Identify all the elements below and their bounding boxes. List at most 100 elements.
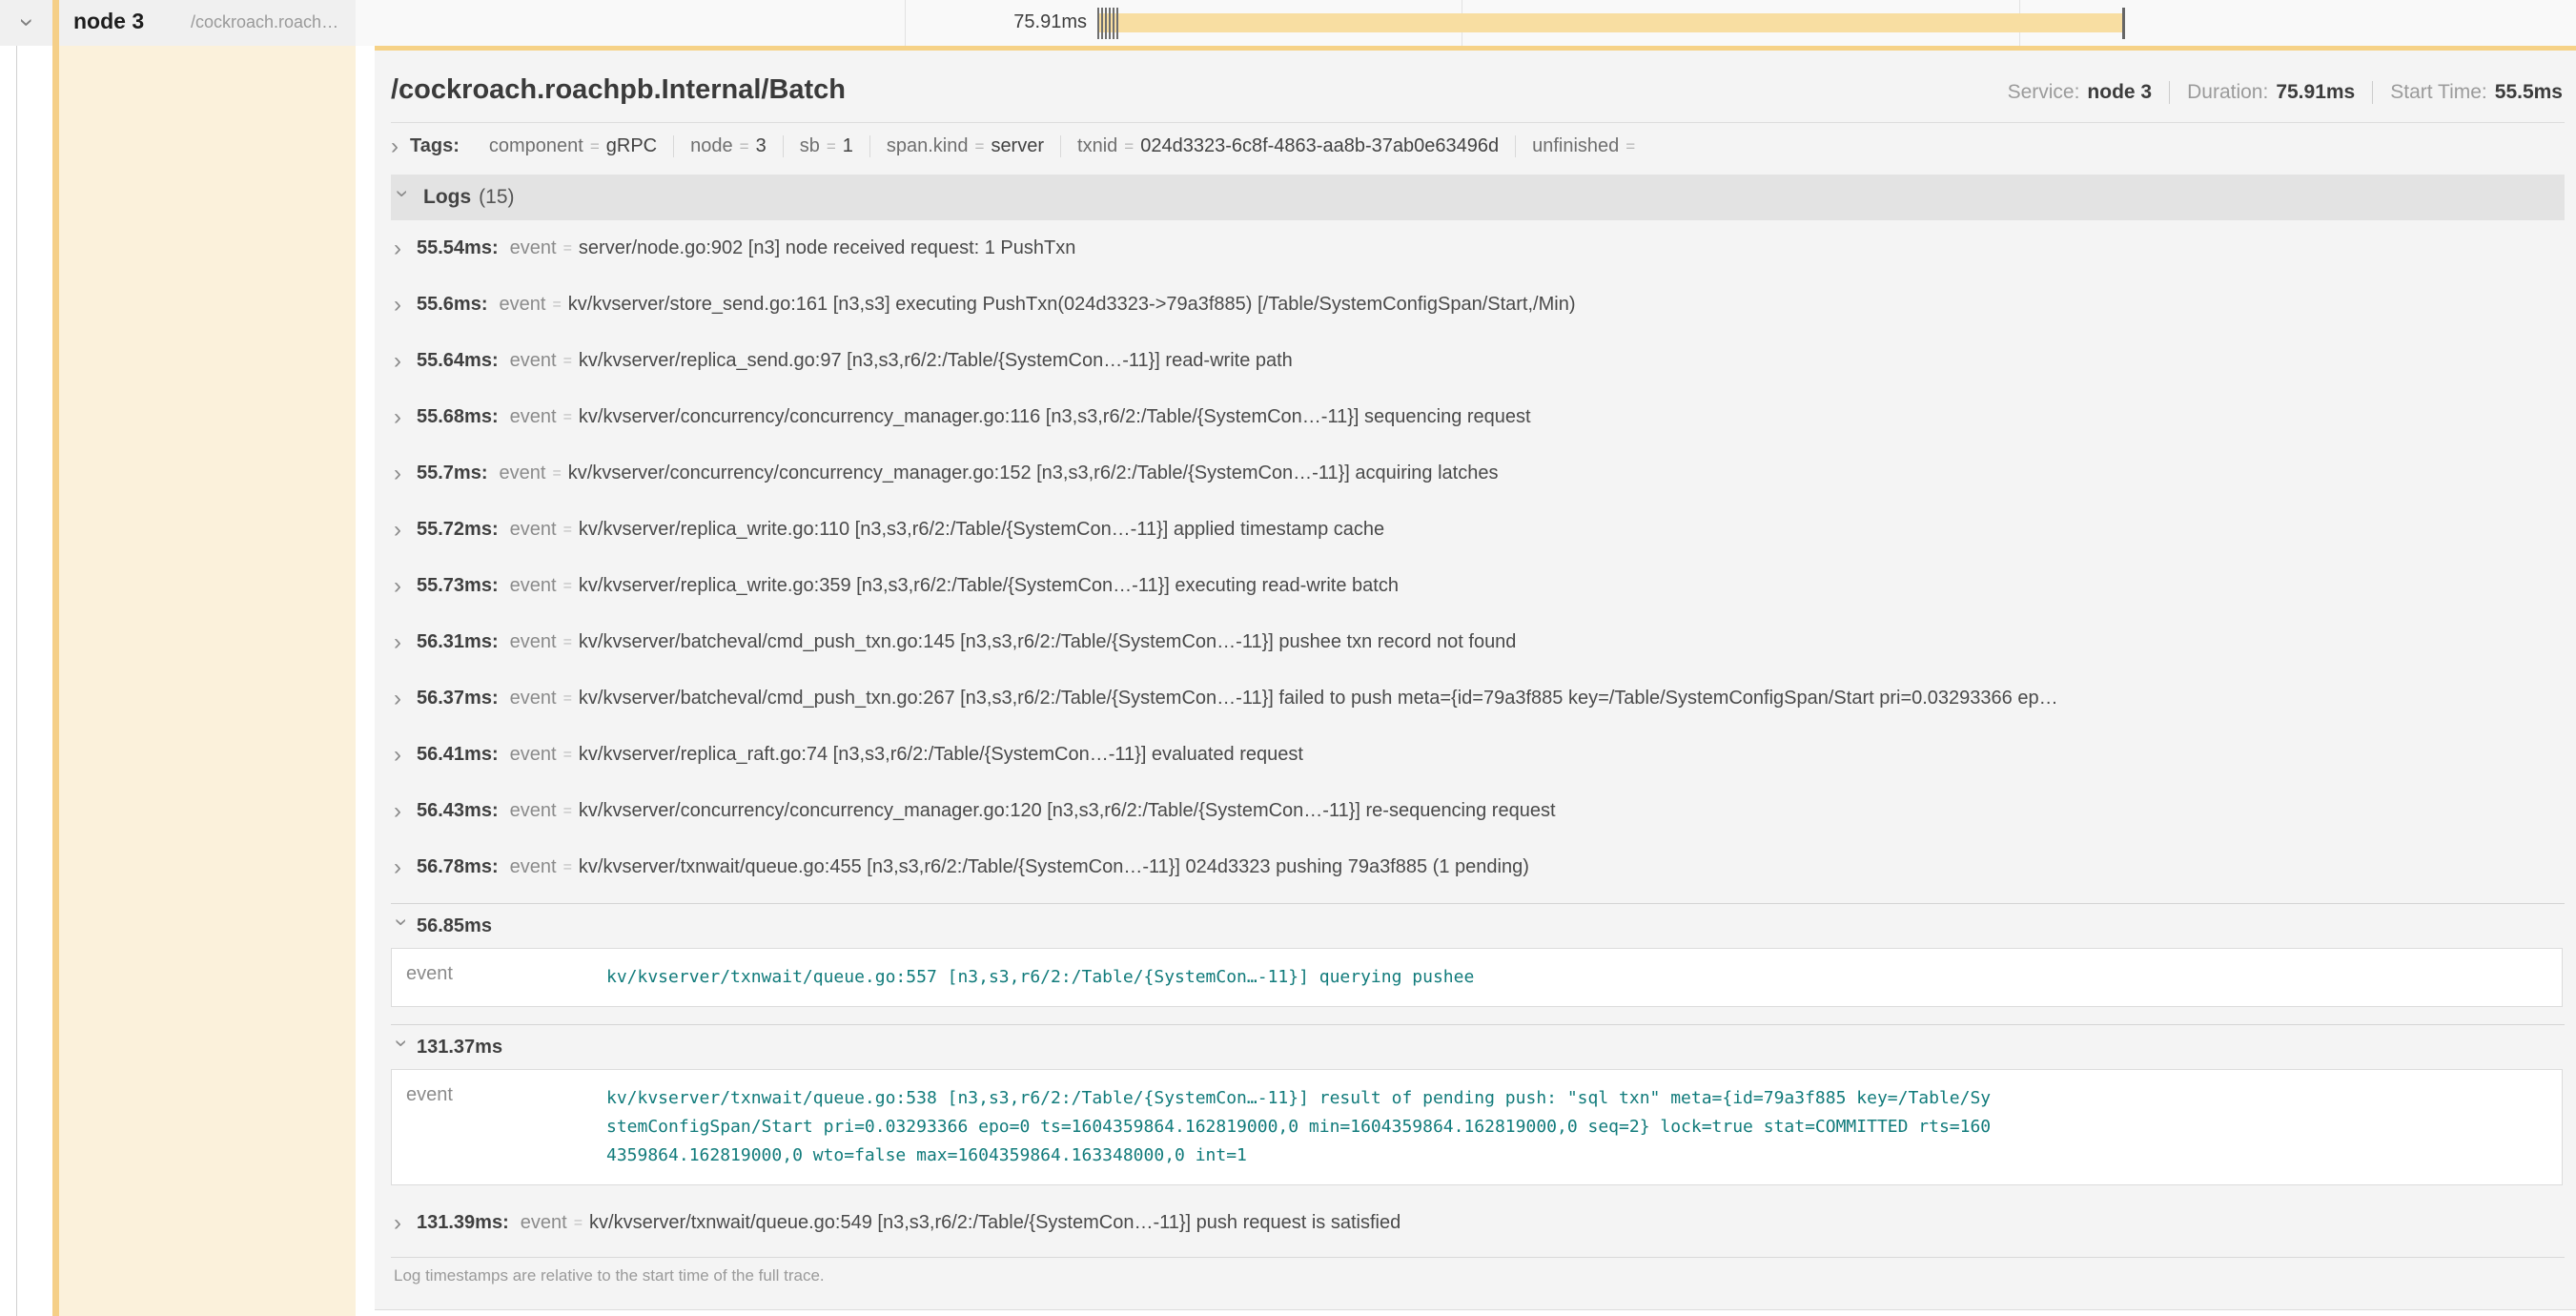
span-bar[interactable] (1097, 13, 2124, 32)
log-field-key: event (510, 631, 557, 653)
service-value: node 3 (2087, 81, 2152, 104)
log-field-key: event (500, 463, 546, 484)
log-timestamp: 56.31ms: (417, 631, 499, 653)
start-time-info: Start Time: 55.5ms (2372, 81, 2565, 104)
equals-sign: = (563, 634, 572, 651)
log-detail-card: event kv/kvserver/txnwait/queue.go:557 [… (391, 948, 2563, 1007)
equals-sign: = (563, 747, 572, 764)
log-field-value: kv/kvserver/txnwait/queue.go:549 [n3,s3,… (589, 1212, 2565, 1234)
log-row[interactable]: › 55.6ms: event = kv/kvserver/store_send… (391, 277, 2565, 333)
log-expand-chevron-icon[interactable]: › (394, 521, 409, 540)
selected-span-name-column (59, 46, 356, 1316)
log-row[interactable]: › 55.64ms: event = kv/kvserver/replica_s… (391, 333, 2565, 389)
log-field-value: kv/kvserver/replica_write.go:110 [n3,s3,… (579, 519, 2565, 541)
log-field-key: event (510, 575, 557, 597)
logs-count: (15) (479, 186, 514, 209)
logs-section-header[interactable]: › Logs (15) (391, 175, 2565, 220)
log-field-key: event (510, 800, 557, 822)
expanded-log-entry: › 56.85ms event kv/kvserver/txnwait/queu… (391, 903, 2565, 1007)
equals-sign: = (563, 690, 572, 708)
log-field-value: kv/kvserver/batcheval/cmd_push_txn.go:26… (579, 688, 2565, 709)
span-service-name: node 3 (73, 9, 144, 34)
logs-title: Logs (423, 186, 471, 209)
log-row[interactable]: › 55.73ms: event = kv/kvserver/replica_w… (391, 558, 2565, 614)
log-field-value: kv/kvserver/replica_write.go:359 [n3,s3,… (579, 575, 2565, 597)
log-timestamp: 56.37ms: (417, 688, 499, 709)
log-timestamp: 55.6ms: (417, 294, 488, 316)
log-expand-chevron-icon[interactable]: › (394, 858, 409, 877)
tag-span-kind: span.kind=server (869, 135, 1060, 157)
log-timestamp: 56.78ms: (417, 856, 499, 878)
log-row[interactable]: › 55.54ms: event = server/node.go:902 [n… (391, 220, 2565, 277)
log-field-key: event (510, 406, 557, 428)
service-color-bar (52, 0, 59, 1316)
timeline-gridline (905, 0, 906, 51)
log-expand-chevron-icon[interactable]: › (394, 802, 409, 821)
duration-info: Duration: 75.91ms (2169, 81, 2372, 104)
log-row[interactable]: › 55.7ms: event = kv/kvserver/concurrenc… (391, 445, 2565, 502)
log-field-value: kv/kvserver/batcheval/cmd_push_txn.go:14… (579, 631, 2565, 653)
log-row[interactable]: › 131.39ms: event = kv/kvserver/txnwait/… (391, 1195, 2565, 1251)
logs-collapse-chevron-icon[interactable]: › (393, 190, 412, 205)
service-info: Service: node 3 (1991, 81, 2170, 104)
tag-sb: sb=1 (783, 135, 869, 157)
log-timestamp: 131.37ms (417, 1037, 502, 1059)
span-info: Service: node 3 Duration: 75.91ms Start … (1991, 81, 2565, 104)
equals-sign: = (563, 578, 572, 595)
log-expand-chevron-icon[interactable]: › (394, 577, 409, 596)
expanded-log-header[interactable]: › 56.85ms (391, 904, 2565, 948)
log-field-key: event (510, 350, 557, 372)
span-title: /cockroach.roachpb.Internal/Batch (391, 74, 846, 106)
equals-sign: = (563, 522, 572, 539)
log-timestamp: 56.41ms: (417, 744, 499, 766)
log-timestamp: 56.43ms: (417, 800, 499, 822)
log-field-value: kv/kvserver/txnwait/queue.go:455 [n3,s3,… (579, 856, 2565, 878)
service-label: Service: (2008, 81, 2080, 104)
equals-sign: = (563, 240, 572, 257)
log-timestamp: 55.68ms: (417, 406, 499, 428)
expanded-log-header[interactable]: › 131.37ms (391, 1025, 2565, 1069)
log-collapse-chevron-icon[interactable]: › (392, 1039, 411, 1055)
tags-row[interactable]: › Tags: component=gRPC node=3 sb=1 span.… (391, 123, 2565, 168)
log-expand-chevron-icon[interactable]: › (394, 746, 409, 765)
log-field-key: event (392, 949, 606, 1006)
log-detail-card: event kv/kvserver/txnwait/queue.go:538 [… (391, 1069, 2563, 1185)
log-row[interactable]: › 55.68ms: event = kv/kvserver/concurren… (391, 389, 2565, 445)
log-row[interactable]: › 55.72ms: event = kv/kvserver/replica_w… (391, 502, 2565, 558)
log-expand-chevron-icon[interactable]: › (394, 296, 409, 315)
log-expand-chevron-icon[interactable]: › (394, 464, 409, 483)
log-row[interactable]: › 56.31ms: event = kv/kvserver/batcheval… (391, 614, 2565, 670)
tags-label: Tags: (410, 135, 460, 157)
collapse-span-chevron-icon[interactable]: › (14, 18, 40, 27)
expanded-log-entry: › 131.37ms event kv/kvserver/txnwait/que… (391, 1024, 2565, 1185)
log-timestamp: 55.72ms: (417, 519, 499, 541)
log-timestamp: 56.85ms (417, 915, 492, 937)
equals-sign: = (563, 859, 572, 876)
log-field-value: kv/kvserver/txnwait/queue.go:538 [n3,s3,… (606, 1070, 2006, 1184)
log-row[interactable]: › 56.37ms: event = kv/kvserver/batcheval… (391, 670, 2565, 727)
log-row[interactable]: › 56.43ms: event = kv/kvserver/concurren… (391, 783, 2565, 839)
log-field-key: event (392, 1070, 606, 1184)
log-collapse-chevron-icon[interactable]: › (392, 918, 411, 934)
log-row[interactable]: › 56.78ms: event = kv/kvserver/txnwait/q… (391, 839, 2565, 895)
log-field-value: kv/kvserver/concurrency/concurrency_mana… (568, 463, 2565, 484)
log-timestamp: 131.39ms: (417, 1212, 509, 1234)
log-field-key: event (510, 744, 557, 766)
log-expand-chevron-icon[interactable]: › (394, 239, 409, 258)
log-timestamp: 55.73ms: (417, 575, 499, 597)
log-field-key: event (500, 294, 546, 316)
log-field-key: event (510, 519, 557, 541)
log-expand-chevron-icon[interactable]: › (394, 1214, 409, 1233)
log-field-value: kv/kvserver/replica_raft.go:74 [n3,s3,r6… (579, 744, 2565, 766)
log-expand-chevron-icon[interactable]: › (394, 408, 409, 427)
log-row[interactable]: › 56.41ms: event = kv/kvserver/replica_r… (391, 727, 2565, 783)
start-time-label: Start Time: (2390, 81, 2487, 104)
log-field-value: kv/kvserver/concurrency/concurrency_mana… (579, 800, 2565, 822)
log-expand-chevron-icon[interactable]: › (394, 689, 409, 709)
trace-span-detail-view: › node 3 /cockroach.roach… 75.91ms /cock… (0, 0, 2576, 1316)
log-expand-chevron-icon[interactable]: › (394, 633, 409, 652)
log-expand-chevron-icon[interactable]: › (394, 352, 409, 371)
tags-expand-chevron-icon[interactable]: › (391, 137, 406, 156)
span-operation-name: /cockroach.roach… (191, 12, 338, 32)
span-duration-label: 75.91ms (953, 11, 1087, 33)
